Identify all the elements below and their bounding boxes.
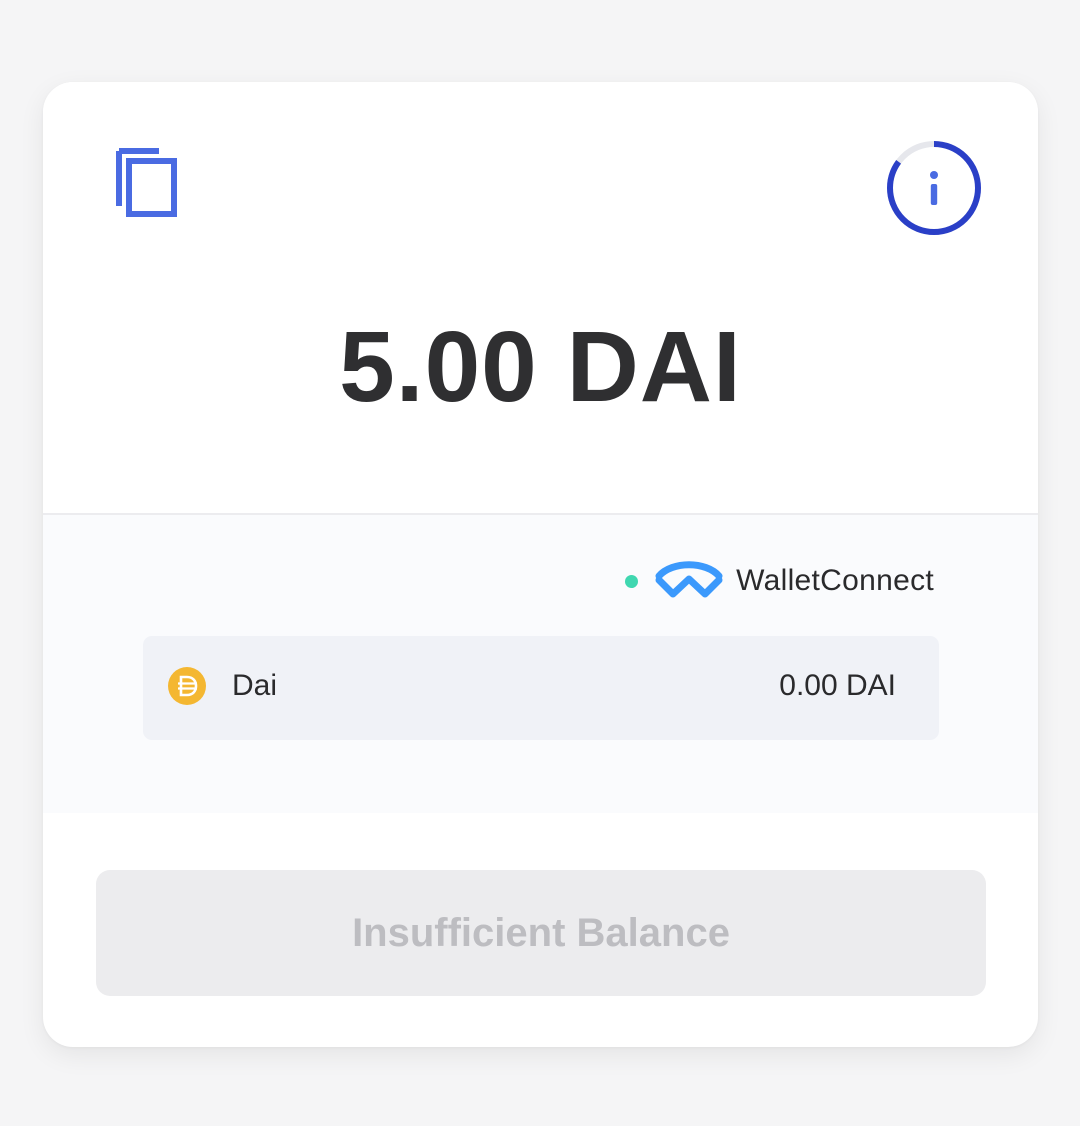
- wallet-provider: WalletConnect: [625, 559, 934, 603]
- connection-status-dot: [625, 574, 639, 588]
- payment-header: 5.00 DAI: [43, 82, 1038, 515]
- insufficient-balance-button[interactable]: Insufficient Balance: [96, 870, 986, 996]
- info-icon: [887, 141, 981, 235]
- copy-button[interactable]: [113, 146, 183, 222]
- token-name: Dai: [232, 669, 278, 702]
- walletconnect-logo-icon: [655, 561, 723, 598]
- info-button[interactable]: [884, 138, 984, 238]
- token-balance: 0.00 DAI: [779, 669, 896, 702]
- copy-icon: [116, 148, 177, 217]
- wallet-provider-name: WalletConnect: [736, 564, 934, 597]
- payment-card: 5.00 DAI WalletConnect Dai 0.00 DAI Insu…: [43, 82, 1038, 1047]
- dai-icon: [168, 667, 206, 705]
- payment-amount: 5.00 DAI: [339, 311, 742, 423]
- token-balance-row[interactable]: Dai 0.00 DAI: [143, 636, 939, 740]
- wallet-section: WalletConnect Dai 0.00 DAI: [43, 515, 1038, 813]
